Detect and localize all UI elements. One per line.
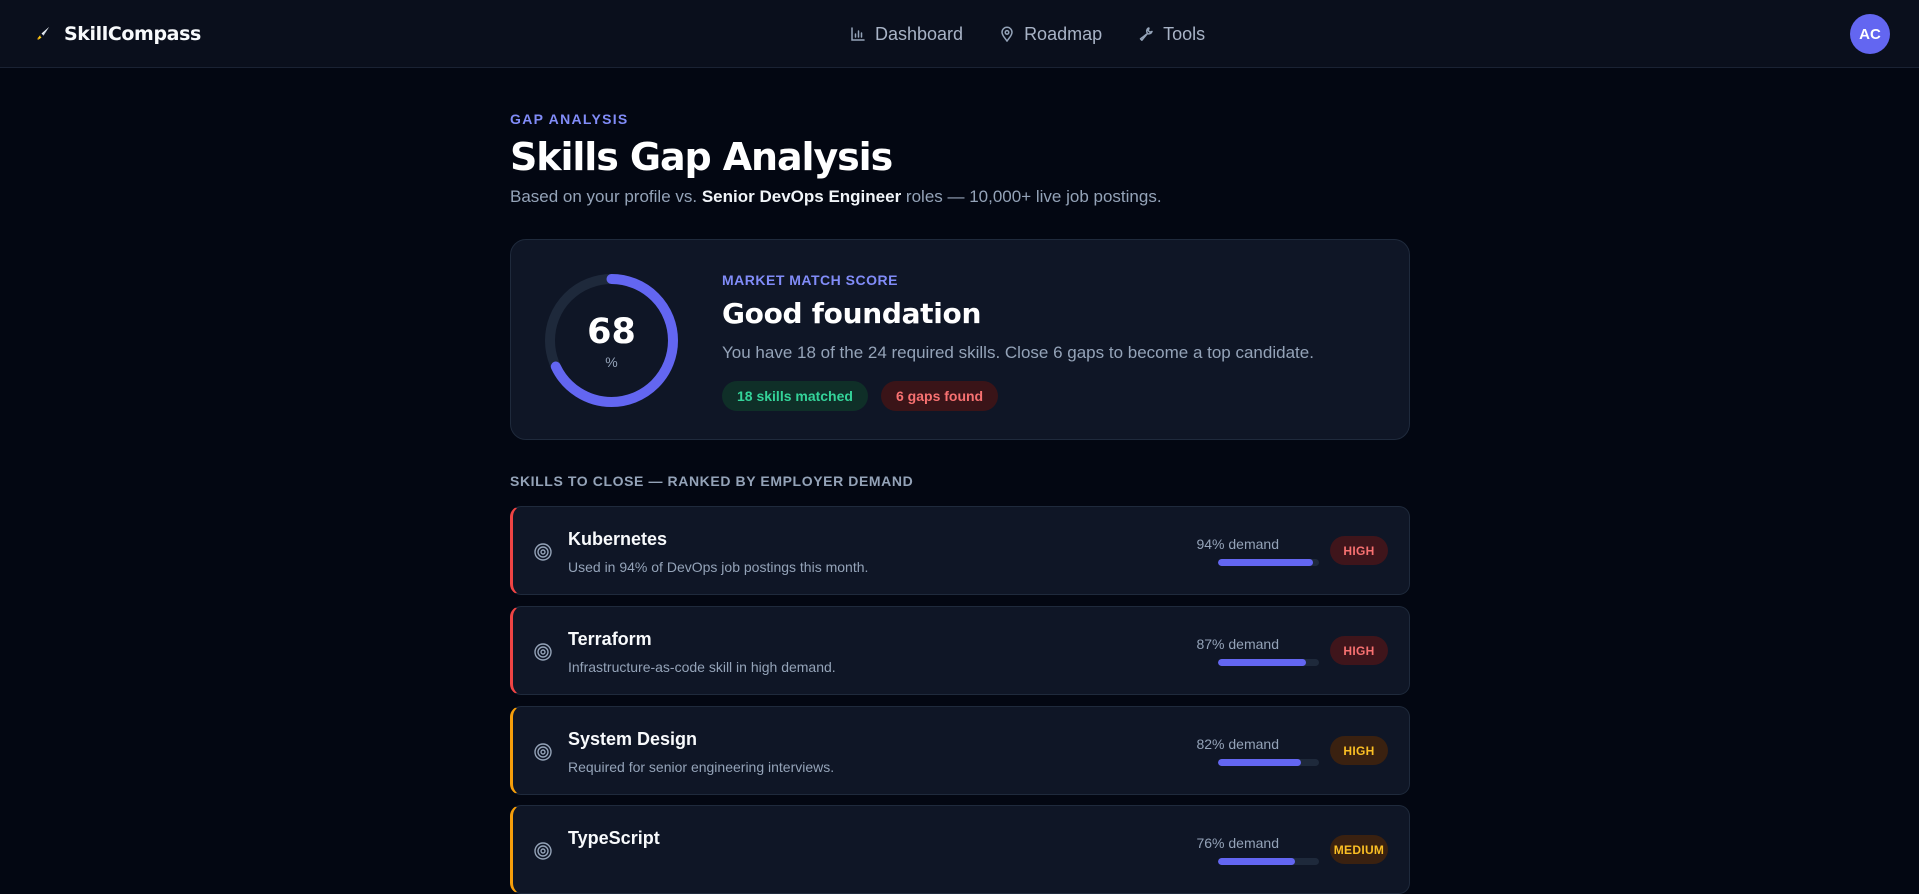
priority-badge: HIGH (1330, 636, 1388, 665)
market-match-card: 68 % MARKET MATCH SCORE Good foundation … (510, 239, 1410, 440)
skill-row-kubernetes[interactable]: Kubernetes Used in 94% of DevOps job pos… (510, 506, 1410, 595)
subtitle-role: Senior DevOps Engineer (701, 187, 902, 206)
target-icon (534, 743, 552, 761)
priority-badge: HIGH (1330, 736, 1388, 765)
demand-label: 82% demand (1196, 736, 1279, 752)
demand-label: 87% demand (1196, 636, 1279, 652)
gaps-found-pill: 6 gaps found (881, 381, 999, 411)
skill-name: System Design (568, 729, 698, 749)
subtitle-prefix: Based on your profile vs. (510, 187, 698, 206)
priority-badge: HIGH (1330, 536, 1388, 565)
skill-row-terraform[interactable]: Terraform Infrastructure-as-code skill i… (510, 606, 1410, 695)
brand-name: SkillCompass (64, 23, 201, 45)
skill-name: TypeScript (568, 828, 660, 848)
priority-badge: MEDIUM (1330, 835, 1388, 864)
page-eyebrow: GAP ANALYSIS (510, 111, 629, 127)
target-icon (534, 842, 552, 860)
demand-label: 76% demand (1196, 835, 1279, 851)
demand-bar (1218, 759, 1319, 766)
skill-name: Kubernetes (568, 529, 668, 549)
skill-name: Terraform (568, 629, 652, 649)
demand-bar-fill (1218, 858, 1295, 865)
skill-description: Infrastructure-as-code skill in high dem… (568, 659, 836, 675)
main-content: GAP ANALYSIS Skills Gap Analysis Based o… (510, 0, 1410, 894)
demand-bar-fill (1218, 559, 1313, 566)
demand-label: 94% demand (1196, 536, 1279, 552)
match-score-description: You have 18 of the 24 required skills. C… (722, 343, 1314, 362)
page-subtitle: Based on your profile vs. Senior DevOps … (510, 187, 1162, 207)
skills-section-heading: SKILLS TO CLOSE — RANKED BY EMPLOYER DEM… (510, 473, 914, 489)
skill-description: Required for senior engineering intervie… (568, 759, 835, 775)
demand-bar-fill (1218, 759, 1301, 766)
target-icon (534, 543, 552, 561)
skills-matched-pill: 18 skills matched (722, 381, 868, 411)
demand-bar-fill (1218, 659, 1306, 666)
rocket-icon (37, 27, 49, 40)
match-score-title: Good foundation (722, 297, 982, 330)
brand-logo[interactable]: SkillCompass (34, 21, 201, 47)
match-score-unit: % (605, 354, 618, 370)
demand-bar (1218, 559, 1319, 566)
demand-bar (1218, 858, 1319, 865)
demand-bar (1218, 659, 1319, 666)
subtitle-suffix: roles — 10,000+ live job postings. (905, 187, 1162, 206)
skill-row-system-design[interactable]: System Design Required for senior engine… (510, 706, 1410, 795)
page-title: Skills Gap Analysis (510, 135, 893, 179)
user-avatar[interactable]: AC (1850, 14, 1890, 54)
target-icon (534, 643, 552, 661)
match-score-value: 68 (587, 312, 636, 352)
skill-row-typescript[interactable]: TypeScript 76% demand MEDIUM (510, 805, 1410, 894)
skill-description: Used in 94% of DevOps job postings this … (568, 559, 869, 575)
match-score-label: MARKET MATCH SCORE (722, 272, 898, 288)
